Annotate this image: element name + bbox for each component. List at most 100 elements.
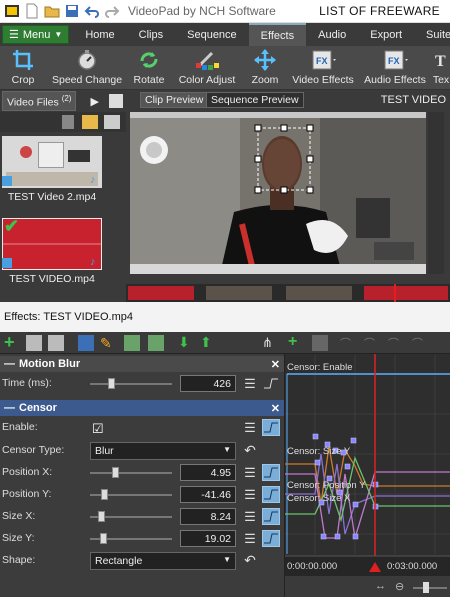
window-title: VideoPad by NCH Software: [128, 4, 276, 18]
position-x-slider-track[interactable]: [90, 472, 172, 474]
keyframe-curve-icon[interactable]: [262, 508, 280, 525]
time-slider-knob[interactable]: [108, 378, 116, 389]
position-x-field[interactable]: 4.95: [180, 464, 236, 481]
bin-scroll-right-icon[interactable]: ▶: [90, 95, 98, 108]
svg-text:FX: FX: [316, 56, 328, 66]
speed-change-button[interactable]: Speed Change: [52, 48, 122, 86]
video-file-icon: [2, 176, 12, 186]
keyframe-curve-icon[interactable]: [262, 486, 280, 503]
sequence-thumbnail-strip[interactable]: [126, 284, 450, 302]
zoom-button[interactable]: Zoom: [248, 48, 282, 86]
tab-suite[interactable]: Suite: [414, 23, 450, 46]
effects-window-caption: Effects: TEST VIDEO.mp4: [0, 302, 450, 332]
undo-icon[interactable]: [84, 3, 100, 19]
tab-sequence-preview[interactable]: Sequence Preview: [206, 92, 304, 108]
graph-time-start: 0:00:00.000: [287, 561, 338, 572]
position-y-field[interactable]: -41.46: [180, 486, 236, 503]
reset-icon[interactable]: ↶: [242, 443, 258, 459]
motion-blur-header[interactable]: — Motion Blur ✕: [0, 356, 284, 372]
menu-button[interactable]: ☰ Menu ▼: [2, 25, 70, 44]
reset-icon[interactable]: ↶: [242, 553, 258, 569]
crop-button[interactable]: Crop: [4, 48, 42, 86]
tree-view-icon[interactable]: ⋔: [262, 335, 278, 351]
list-view-icon[interactable]: [104, 115, 120, 129]
graph-remove-keyframe-icon[interactable]: [312, 335, 328, 351]
graph-add-keyframe-icon[interactable]: +: [288, 334, 304, 351]
tab-clips[interactable]: Clips: [127, 23, 175, 46]
tab-export[interactable]: Export: [358, 23, 414, 46]
edit-pencil-icon[interactable]: ✎: [100, 335, 116, 351]
menu-icon[interactable]: ☰: [242, 509, 258, 525]
graph-zoom-knob[interactable]: [423, 582, 429, 593]
time-slider-track[interactable]: [90, 383, 172, 385]
position-y-slider-knob[interactable]: [100, 489, 108, 500]
size-y-slider-knob[interactable]: [100, 533, 108, 544]
shape-select[interactable]: Rectangle ▼: [90, 552, 236, 570]
tab-audio[interactable]: Audio: [306, 23, 358, 46]
save-preset-icon[interactable]: [78, 335, 94, 351]
folder-icon[interactable]: [82, 115, 98, 129]
video-frame[interactable]: [130, 112, 426, 274]
enable-checkbox[interactable]: ☑: [92, 421, 104, 437]
add-effect-icon[interactable]: +: [4, 333, 20, 351]
bin-clip-item[interactable]: ♪ TEST Video 2.mp4: [2, 136, 102, 203]
tab-effects[interactable]: Effects: [248, 23, 307, 46]
menu-icon[interactable]: ☰: [242, 465, 258, 481]
tab-clip-preview[interactable]: Clip Preview: [140, 92, 209, 108]
fit-width-icon[interactable]: ↔: [375, 580, 386, 592]
size-y-field[interactable]: 19.02: [180, 530, 236, 547]
save-icon[interactable]: [64, 3, 80, 19]
keyframe-curve-icon[interactable]: [262, 375, 280, 392]
new-project-icon[interactable]: [24, 3, 40, 19]
menu-icon[interactable]: ☰: [242, 531, 258, 547]
censor-type-select[interactable]: Blur ▼: [90, 442, 236, 460]
keyframe-curve-icon[interactable]: [262, 464, 280, 481]
paste-effects-icon[interactable]: [148, 335, 164, 351]
tab-sequence[interactable]: Sequence: [175, 23, 249, 46]
zoom-out-icon[interactable]: ⊖: [395, 580, 404, 593]
size-x-slider-knob[interactable]: [97, 511, 105, 522]
add-keyframe-icon[interactable]: [26, 335, 42, 351]
position-x-slider-knob[interactable]: [111, 467, 119, 478]
tab-home[interactable]: Home: [73, 23, 126, 46]
text-tool-icon: T: [432, 48, 450, 72]
menu-icon[interactable]: ☰: [242, 376, 258, 392]
effects-toolbar: + ✎ ⬇ ⬆ ⋔ + ⌒ ⌒ ⌒ ⌒: [0, 332, 450, 354]
collapse-icon[interactable]: —: [4, 358, 15, 370]
bin-clip-item[interactable]: ✔ ♪ TEST VIDEO.mp4: [2, 216, 102, 285]
collapse-icon[interactable]: —: [4, 402, 15, 414]
move-down-icon[interactable]: ⬇: [178, 335, 194, 351]
curve-ease-icon[interactable]: ⌒: [340, 335, 356, 351]
zoom-arrows-icon: [248, 48, 282, 72]
size-x-field[interactable]: 8.24: [180, 508, 236, 525]
keyframe-graph[interactable]: Censor: Enable Censor: Size Y Censor: Po…: [284, 354, 450, 597]
redo-icon[interactable]: [104, 3, 120, 19]
audio-effects-button[interactable]: FX Audio Effects: [364, 48, 426, 86]
menu-icon[interactable]: ☰: [242, 487, 258, 503]
open-folder-icon[interactable]: [44, 3, 60, 19]
video-effects-button[interactable]: FX Video Effects: [292, 48, 354, 86]
bin-expand-icon[interactable]: [108, 94, 123, 108]
close-icon[interactable]: ✕: [271, 358, 280, 371]
curve-hold-icon[interactable]: ⌒: [388, 335, 404, 351]
tab-video-files[interactable]: Video Files (2): [2, 90, 77, 112]
time-value-field[interactable]: 426: [180, 375, 236, 392]
svg-text:T: T: [435, 53, 446, 70]
keyframe-curve-icon[interactable]: [262, 419, 280, 436]
curve-smooth-icon[interactable]: ⌒: [412, 335, 428, 351]
keyframe-curve-icon[interactable]: [262, 530, 280, 547]
copy-effects-icon[interactable]: [124, 335, 140, 351]
graph-zoom-slider[interactable]: [413, 587, 447, 589]
rotate-button[interactable]: Rotate: [130, 48, 168, 86]
color-adjust-button[interactable]: Color Adjust: [178, 48, 236, 86]
close-icon[interactable]: ✕: [271, 402, 280, 415]
remove-keyframe-icon[interactable]: [48, 335, 64, 351]
chevron-down-icon: ▼: [223, 555, 231, 564]
censor-header[interactable]: — Censor ✕: [0, 400, 284, 416]
text-button[interactable]: T Tex: [432, 48, 450, 86]
checkmark-icon: ✔: [4, 216, 20, 236]
curve-linear-icon[interactable]: ⌒: [364, 335, 380, 351]
menu-icon[interactable]: ☰: [242, 420, 258, 436]
delete-icon[interactable]: [62, 115, 74, 129]
move-up-icon[interactable]: ⬆: [200, 335, 216, 351]
